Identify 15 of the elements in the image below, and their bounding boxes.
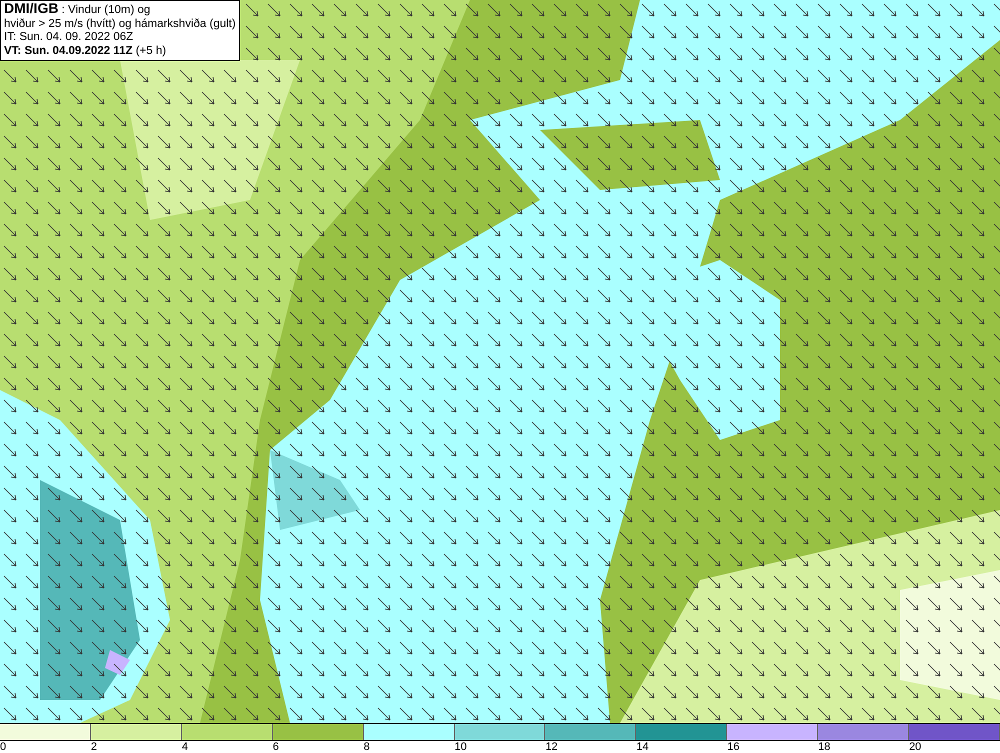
legend-label: 12 [545,741,558,753]
info-text: IT: Sun. 04. 09. 2022 06Z [4,31,134,44]
legend-label: 10 [454,741,467,753]
legend-label: 0 [0,741,6,753]
legend-label: 16 [727,741,740,753]
legend-label: 2 [90,741,98,753]
legend-label: 20 [909,741,922,753]
legend-label: 18 [818,741,830,753]
info-text: VT: Sun. 04.09.2022 11Z (+5 h) [4,44,168,58]
legend-label: 14 [636,741,649,753]
legend-label: 4 [182,741,188,753]
legend-label: 8 [364,741,370,753]
legend-label: 6 [272,741,279,753]
info-text: hviður > 25 m/s (hvítt) og hámarkshviða (gult) [4,18,236,31]
info-text: DMI/IGB : Vindur (10m) og [4,2,152,18]
